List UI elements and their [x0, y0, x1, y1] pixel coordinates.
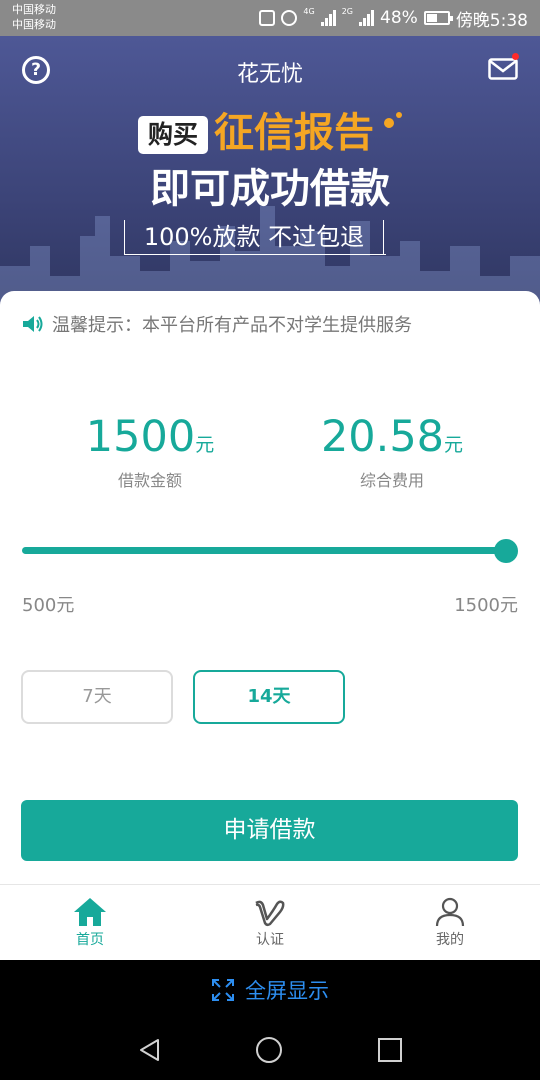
- banner-headline-credit-report: 征信报告: [214, 110, 374, 156]
- loan-card: 温馨提示：本平台所有产品不对学生提供服务 1500元 借款金额 20.58元 综…: [0, 291, 540, 885]
- amount-slider-handle[interactable]: [494, 539, 518, 563]
- network-tag-2g: 2G: [341, 7, 354, 16]
- loan-amount-unit: 元: [195, 434, 215, 456]
- speaker-icon: [23, 316, 43, 332]
- term-option-7-days[interactable]: 7天: [21, 670, 173, 724]
- tab-certification-label: 认证: [256, 932, 284, 948]
- amount-slider-track[interactable]: [22, 547, 506, 554]
- term-option-14-days[interactable]: 14天: [193, 670, 345, 724]
- carrier-1: 中国移动: [12, 3, 56, 16]
- banner-headline-loan: 即可成功借款: [150, 166, 390, 212]
- fullscreen-toggle[interactable]: 全屏显示: [0, 960, 540, 1020]
- banner-slogan: 100%放款 不过包退: [124, 220, 384, 254]
- total-fee-label: 综合费用: [359, 471, 424, 490]
- tab-profile-label: 我的: [436, 932, 464, 948]
- loan-amount-label: 借款金额: [117, 471, 182, 490]
- back-triangle-icon[interactable]: [138, 1038, 162, 1062]
- home-circle-icon[interactable]: [256, 1037, 282, 1063]
- loan-amount-value: 1500: [85, 412, 196, 462]
- loan-amount-stat: 1500元 借款金额: [30, 411, 270, 491]
- slider-min-label: 500元: [22, 595, 75, 616]
- total-fee-unit: 元: [444, 434, 464, 456]
- status-bar: 中国移动 中国移动 4G 2G 48% 傍晚5:38: [0, 0, 540, 36]
- bottom-tab-bar: 首页 认证 我的: [0, 884, 540, 961]
- expand-icon: [212, 979, 234, 1001]
- network-tag-4g: 4G: [303, 7, 315, 16]
- buy-tag: 购买: [138, 116, 209, 154]
- vibrate-icon: [259, 10, 276, 26]
- home-icon: [74, 898, 106, 926]
- total-fee-value: 20.58: [320, 412, 445, 462]
- slogan-underline: [124, 254, 386, 255]
- recent-apps-square-icon[interactable]: [378, 1038, 402, 1062]
- system-nav-bar: [0, 1020, 540, 1080]
- carrier-2: 中国移动: [12, 18, 56, 31]
- notice-text: 温馨提示：本平台所有产品不对学生提供服务: [52, 315, 412, 336]
- decor-dot-small: [396, 112, 402, 118]
- v-icon: [255, 900, 285, 927]
- slider-max-label: 1500元: [454, 595, 518, 616]
- apply-loan-button[interactable]: 申请借款: [21, 800, 518, 861]
- clock: 傍晚5:38: [455, 10, 528, 31]
- tab-home[interactable]: 首页: [0, 885, 180, 961]
- fullscreen-label: 全屏显示: [245, 979, 329, 1003]
- app-title: 花无忧: [236, 62, 303, 87]
- tab-certification[interactable]: 认证: [180, 885, 360, 961]
- signal-icon-2: [359, 10, 375, 26]
- total-fee-stat: 20.58元 综合费用: [272, 411, 512, 491]
- tab-profile[interactable]: 我的: [360, 885, 540, 961]
- fullscreen-bar: 全屏显示: [0, 960, 540, 1020]
- tab-home-label: 首页: [76, 932, 104, 948]
- person-icon: [435, 897, 465, 927]
- unread-dot: [512, 53, 519, 60]
- decor-dot: [384, 118, 394, 128]
- mail-icon[interactable]: [488, 58, 518, 80]
- notice-bar: 温馨提示：本平台所有产品不对学生提供服务: [22, 311, 412, 337]
- promo-banner[interactable]: ? 花无忧 购买 征信报告 即可成功借款 100%放款 不过包退: [0, 36, 540, 306]
- signal-icon-1: [320, 10, 336, 26]
- alarm-icon: [281, 10, 298, 26]
- status-icons: 4G 2G 48% 傍晚5:38: [259, 0, 528, 36]
- battery-percent: 48%: [380, 8, 418, 28]
- battery-icon: [423, 11, 453, 25]
